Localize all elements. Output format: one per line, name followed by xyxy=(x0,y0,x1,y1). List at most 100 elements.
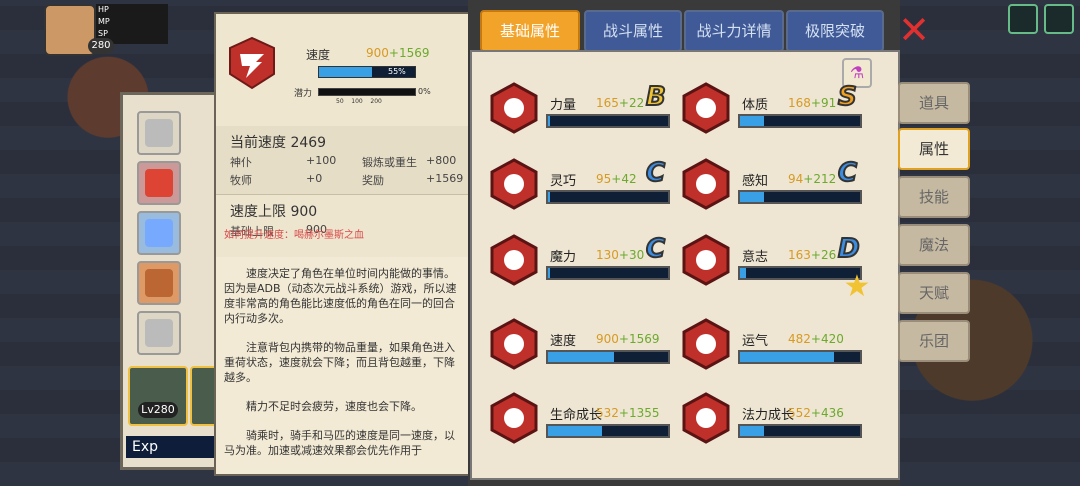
stat-name: 速度 xyxy=(550,334,577,349)
star-icon[interactable]: ★ xyxy=(842,272,872,302)
helmet-slot[interactable] xyxy=(137,111,181,155)
hero-level: Lv280 xyxy=(138,402,178,418)
desc-paragraph: 注意背包内携带的物品重量，如果角色进入重荷状态，速度就会下降；而且背包越重，下降… xyxy=(224,341,455,384)
constitution-icon xyxy=(682,82,730,134)
tab-combat-attributes[interactable]: 战斗属性 xyxy=(584,10,682,52)
will-icon xyxy=(682,234,730,286)
stat-detail-panel: 速度 900+1569 55% 潜力 50 100 200 0% 当前速度 24… xyxy=(214,12,472,476)
potential-pct: 0% xyxy=(418,87,431,96)
stat-name: 灵巧 xyxy=(550,174,577,189)
ring-icon xyxy=(145,169,173,197)
tab-basic-attributes[interactable]: 基础属性 xyxy=(480,10,580,52)
armor-icon xyxy=(145,269,173,297)
side-tab-skills[interactable]: 技能 xyxy=(898,176,970,218)
ring-slot[interactable] xyxy=(137,161,181,205)
mana-growth-icon xyxy=(682,392,730,444)
stat-name: 运气 xyxy=(742,334,769,349)
stat-name: 感知 xyxy=(742,174,769,189)
grade-badge: C xyxy=(645,157,666,189)
agility-icon xyxy=(490,158,538,210)
grade-badge: B xyxy=(645,81,667,113)
close-icon[interactable]: ✕ xyxy=(896,11,932,49)
detail-stat-value: 900+1569 xyxy=(366,46,430,60)
stat-bar xyxy=(738,114,862,128)
row-key: 奖励 xyxy=(362,174,384,187)
row-value: +1569 xyxy=(426,172,464,185)
stat-value: 552+436 xyxy=(788,406,844,420)
stat-row[interactable]: 灵巧 95+42 C xyxy=(490,157,674,218)
stat-row[interactable]: 意志 163+26 D xyxy=(682,233,866,294)
stat-row[interactable]: 法力成长 552+436 xyxy=(682,392,866,452)
stat-bar xyxy=(738,190,862,204)
how-to-improve-link[interactable]: 如何提升速度：喝赫尔墨斯之血 xyxy=(224,226,364,241)
detail-stat-name: 速度 xyxy=(306,48,331,62)
life-growth-icon xyxy=(490,392,538,444)
stat-name: 法力成长 xyxy=(742,408,795,423)
strength-icon xyxy=(490,82,538,134)
stat-value: 900+1569 xyxy=(596,332,660,346)
side-tab-band[interactable]: 乐团 xyxy=(898,320,970,362)
stat-description: 速度决定了角色在单位时间内能做的事情。因为是ADB（动态次元战斗系统）游戏，所以… xyxy=(224,266,460,472)
stat-value: 532+1355 xyxy=(596,406,660,420)
side-tab-magic[interactable]: 魔法 xyxy=(898,224,970,266)
stat-value: 94+212 xyxy=(788,172,837,186)
boots-icon xyxy=(145,319,173,347)
stat-name: 体质 xyxy=(742,98,769,113)
speed-icon xyxy=(229,36,275,90)
minimize-icon[interactable] xyxy=(1044,4,1074,34)
potential-bar xyxy=(318,88,416,96)
desc-paragraph: 速度决定了角色在单位时间内能做的事情。因为是ADB（动态次元战斗系统）游戏，所以… xyxy=(224,267,457,325)
row-key: 牧师 xyxy=(230,174,252,187)
grade-badge: C xyxy=(837,157,858,189)
stat-bar xyxy=(546,350,670,364)
stat-value: 165+22 xyxy=(596,96,645,110)
stat-bar xyxy=(546,114,670,128)
stat-value: 168+91 xyxy=(788,96,837,110)
exp-bar: Exp xyxy=(126,436,222,458)
stat-value: 95+42 xyxy=(596,172,637,186)
stat-name: 生命成长 xyxy=(550,408,603,423)
stat-bar xyxy=(546,266,670,280)
stat-bar xyxy=(738,424,862,438)
grade-badge: S xyxy=(837,81,858,113)
tab-combat-power-details[interactable]: 战斗力详情 xyxy=(684,10,784,52)
stat-bar xyxy=(546,424,670,438)
row-value: +100 xyxy=(306,154,337,167)
luck-icon xyxy=(682,318,730,370)
desc-paragraph: 精力不足时会疲劳，速度也会下降。 xyxy=(246,400,422,413)
stat-row[interactable]: 体质 168+91 S xyxy=(682,81,866,142)
stat-value: 130+30 xyxy=(596,248,645,262)
grade-badge: D xyxy=(837,233,861,265)
stat-name: 力量 xyxy=(550,98,577,113)
magic-icon xyxy=(490,234,538,286)
side-tab-talent[interactable]: 天赋 xyxy=(898,272,970,314)
stat-row[interactable]: 感知 94+212 C xyxy=(682,157,866,218)
side-tab-attributes[interactable]: 属性 xyxy=(898,128,970,170)
side-tab-items[interactable]: 道具 xyxy=(898,82,970,124)
row-key: 锻炼或重生 xyxy=(362,156,417,169)
player-level-badge: 280 xyxy=(88,38,114,54)
stat-name: 魔力 xyxy=(550,250,577,265)
detail-header: 速度 900+1569 55% 潜力 50 100 200 0% xyxy=(216,14,470,127)
armor-slot[interactable] xyxy=(137,261,181,305)
speed-icon xyxy=(490,318,538,370)
potential-label: 潜力 xyxy=(294,89,313,99)
stat-row[interactable]: 力量 165+22 B xyxy=(490,81,674,142)
crystal-icon xyxy=(145,219,173,247)
current-stat-section: 当前速度 2469 神仆 +100 锻炼或重生 +800 牧师 +0 奖励 +1… xyxy=(216,126,470,194)
weapon-slot[interactable] xyxy=(137,211,181,255)
boots-slot[interactable] xyxy=(137,311,181,355)
stat-name: 意志 xyxy=(742,250,769,265)
tab-limit-break[interactable]: 极限突破 xyxy=(786,10,884,52)
potential-ticks: 50 100 200 xyxy=(336,98,382,105)
stat-row[interactable]: 速度 900+1569 xyxy=(490,318,674,378)
stat-value: 482+420 xyxy=(788,332,844,346)
row-key: 神仆 xyxy=(230,156,252,169)
current-stat-title: 当前速度 2469 xyxy=(230,135,327,151)
helmet-icon xyxy=(145,119,173,147)
stat-row[interactable]: 生命成长 532+1355 xyxy=(490,392,674,452)
stat-row[interactable]: 魔力 130+30 C xyxy=(490,233,674,294)
globe-icon[interactable] xyxy=(1008,4,1038,34)
row-value: +0 xyxy=(306,172,323,185)
stat-row[interactable]: 运气 482+420 xyxy=(682,318,866,378)
